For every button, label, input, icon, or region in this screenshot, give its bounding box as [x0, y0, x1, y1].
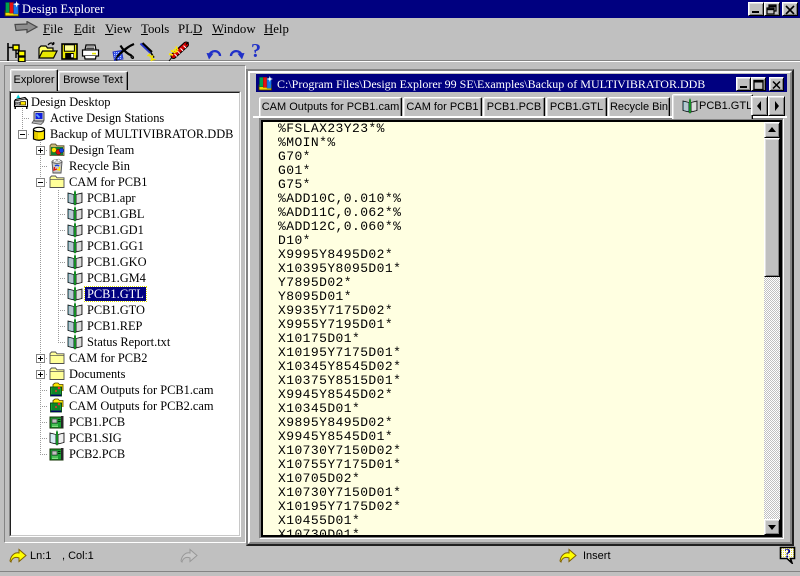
svg-text:?: ? — [784, 546, 791, 561]
